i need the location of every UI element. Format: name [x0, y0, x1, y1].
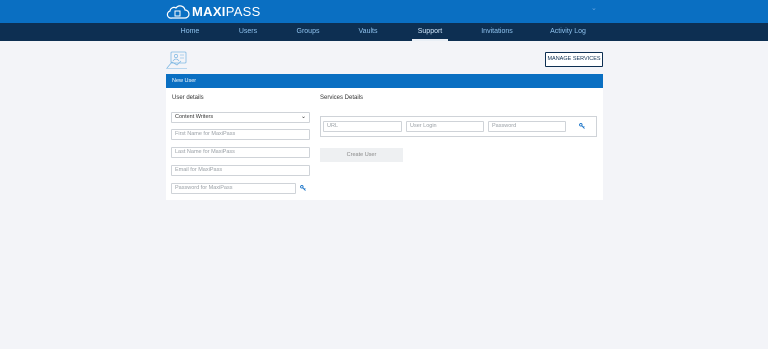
key-icon[interactable] [300, 185, 306, 191]
card-title: New User [166, 74, 603, 88]
key-icon[interactable] [579, 123, 585, 129]
logo[interactable]: MAXIPASS [166, 3, 261, 20]
email-field[interactable]: Email for MaxiPass [171, 165, 310, 176]
services-details-title: Services Details [320, 95, 364, 101]
chevron-down-icon[interactable]: ⌄ [591, 5, 597, 13]
nav-vaults[interactable]: Vaults [350, 23, 386, 41]
nav-users[interactable]: Users [231, 23, 265, 41]
last-name-field[interactable]: Last Name for MaxiPass [171, 147, 310, 158]
cloud-logo-icon [166, 5, 190, 19]
main-nav: Home Users Groups Vaults Support Invitat… [0, 23, 768, 41]
services-row: URL User Login Password [320, 116, 597, 137]
brand-name: MAXIPASS [192, 4, 261, 19]
top-bar: MAXIPASS ⌄ [0, 0, 768, 23]
group-select[interactable]: Content Writers ⌄ [171, 112, 310, 123]
chevron-down-icon: ⌄ [300, 114, 306, 120]
manage-services-button[interactable]: MANAGE SERVICES [545, 52, 603, 67]
create-user-button[interactable]: Create User [320, 148, 403, 162]
password-field[interactable]: Password for MaxiPass [171, 183, 296, 194]
nav-groups[interactable]: Groups [288, 23, 328, 41]
user-login-field[interactable]: User Login [406, 121, 484, 132]
nav-support[interactable]: Support [412, 23, 448, 41]
new-user-card: New User User details Content Writers ⌄ … [166, 74, 603, 200]
first-name-field[interactable]: First Name for MaxiPass [171, 129, 310, 140]
url-field[interactable]: URL [323, 121, 402, 132]
user-details-title: User details [172, 95, 204, 101]
service-password-field[interactable]: Password [488, 121, 566, 132]
nav-invitations[interactable]: Invitations [474, 23, 520, 41]
users-illustration-icon [166, 51, 188, 71]
nav-home[interactable]: Home [172, 23, 208, 41]
nav-activity-log[interactable]: Activity Log [545, 23, 591, 41]
